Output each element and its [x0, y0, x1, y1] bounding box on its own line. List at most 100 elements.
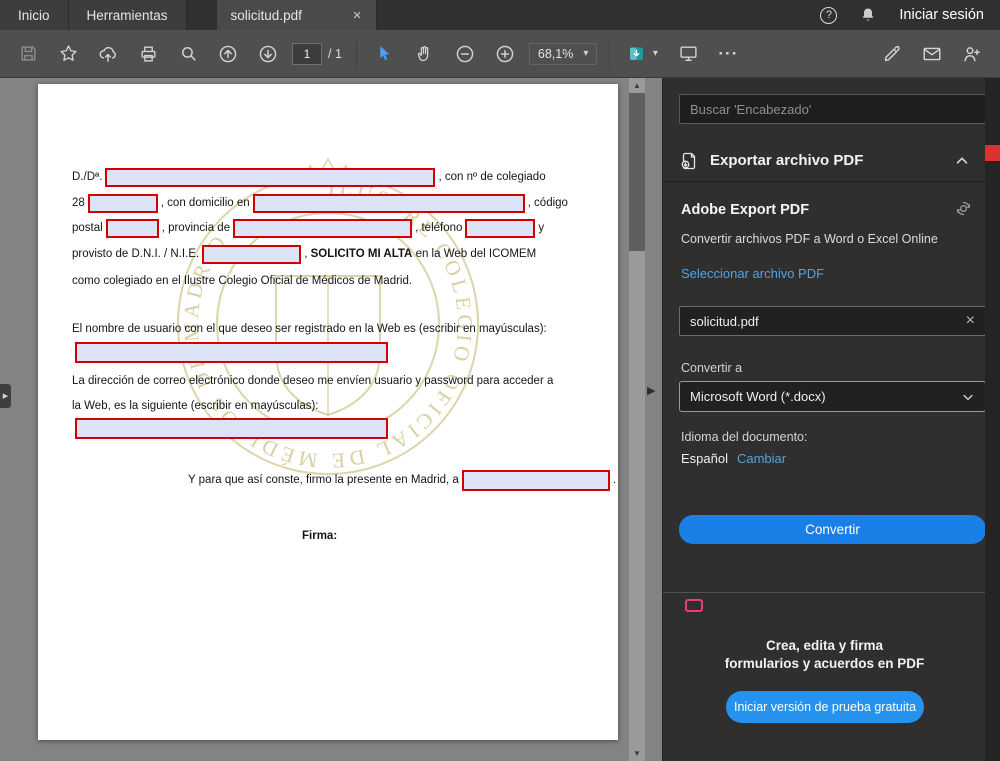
tab-gap [186, 0, 217, 30]
doc-text: , con domicilio en [160, 197, 250, 209]
document-area: ILUSTRE COLEGIO OFICIAL DE MÉDICOS DE MA… [0, 78, 662, 761]
hand-tool-icon[interactable] [408, 37, 442, 71]
doc-text: El nombre de usuario con el que deseo se… [72, 323, 547, 335]
more-tools-icon[interactable]: ··· [711, 37, 745, 71]
document-language-row: Español Cambiar [681, 451, 786, 466]
start-free-trial-button[interactable]: Iniciar versión de prueba gratuita [726, 691, 924, 723]
scroll-down-icon[interactable]: ▼ [629, 746, 645, 761]
promo-text-line2: formularios y acuerdos en PDF [724, 656, 925, 671]
export-description: Convertir archivos PDF a Word o Excel On… [681, 232, 938, 246]
field-provincia[interactable] [233, 218, 413, 238]
doc-text-bold: Firma: [302, 530, 338, 542]
print-icon[interactable] [131, 37, 165, 71]
field-dni[interactable] [202, 244, 302, 264]
left-panel-toggle[interactable]: ▶ [0, 384, 11, 408]
doc-text: y [538, 222, 545, 234]
doc-firma-label: Firma: [302, 525, 337, 547]
doc-text-bold: SOLICITO MI ALTA [310, 248, 413, 260]
toolbar-divider [355, 40, 357, 67]
scroll-up-icon[interactable]: ▲ [629, 78, 645, 93]
tab-bar-right: ? Iniciar sesión [820, 0, 1000, 30]
doc-text: provisto de D.N.I. / N.I.E. [72, 248, 200, 260]
panel-scrollbar-thumb[interactable] [985, 145, 1000, 161]
doc-text: , con nº de colegiado [438, 171, 546, 183]
tab-tools[interactable]: Herramientas [68, 0, 187, 30]
doc-text: , teléfono [415, 222, 463, 234]
format-value: Microsoft Word (*.docx) [690, 389, 826, 404]
notifications-bell-icon[interactable] [859, 6, 877, 24]
presentation-mode-icon[interactable] [671, 37, 705, 71]
clear-file-icon[interactable]: × [966, 313, 975, 329]
select-tool-icon[interactable] [368, 37, 402, 71]
toolbar: / 1 68,1% ▾ ▾ ··· [0, 30, 1000, 78]
convert-to-label: Convertir a [681, 361, 743, 375]
zoom-level-value: 68,1% [537, 46, 574, 61]
field-num-colegiado[interactable] [87, 193, 158, 213]
doc-text: , código [527, 197, 568, 209]
export-pdf-section-header[interactable]: Exportar archivo PDF [663, 140, 986, 182]
cloud-upload-icon[interactable] [91, 37, 125, 71]
more-dots: ··· [718, 43, 739, 63]
doc-text: La dirección de correo electrónico donde… [72, 375, 554, 387]
zoom-in-icon[interactable] [488, 37, 522, 71]
change-language-link[interactable]: Cambiar [737, 451, 786, 466]
field-telefono[interactable] [465, 218, 536, 238]
promo-partial-icon [685, 599, 703, 612]
selected-file-box[interactable]: solicitud.pdf × [679, 306, 986, 336]
doc-text: Y para que así conste, firmo la presente… [188, 474, 459, 486]
tab-bar-spacer [377, 0, 821, 30]
field-domicilio[interactable] [252, 193, 525, 213]
chevron-down-icon: ▾ [583, 47, 589, 59]
chevron-down-icon: ▾ [652, 47, 658, 59]
field-email[interactable] [75, 418, 388, 439]
tab-document[interactable]: solicitud.pdf × [216, 0, 377, 30]
share-email-icon[interactable] [915, 37, 949, 71]
doc-line-1: D./Dª. , con nº de colegiado [72, 166, 546, 188]
share-person-icon[interactable] [955, 37, 989, 71]
adobe-export-pdf-title: Adobe Export PDF [681, 202, 810, 218]
fill-sign-icon[interactable] [875, 37, 909, 71]
close-tab-icon[interactable]: × [353, 8, 362, 23]
select-pdf-file-link[interactable]: Seleccionar archivo PDF [681, 266, 824, 281]
acrobat-window: Inicio Herramientas solicitud.pdf × ? In… [0, 0, 1000, 761]
promo-text-line1: Crea, edita y firma [765, 638, 884, 653]
tab-bar: Inicio Herramientas solicitud.pdf × ? In… [0, 0, 1000, 30]
help-icon[interactable]: ? [820, 6, 838, 24]
tab-document-label: solicitud.pdf [230, 7, 302, 23]
search-icon[interactable] [171, 37, 205, 71]
format-dropdown[interactable]: Microsoft Word (*.docx) [679, 381, 986, 412]
right-panel-toggle[interactable]: ▶ [647, 384, 655, 397]
sign-in-button[interactable]: Iniciar sesión [899, 7, 984, 23]
tab-home[interactable]: Inicio [0, 0, 69, 30]
document-scrollbar[interactable]: ▲ ▼ [629, 78, 645, 761]
panel-divider [663, 592, 986, 593]
chevron-up-icon[interactable] [954, 153, 970, 169]
convert-button[interactable]: Convertir [679, 515, 986, 544]
field-nombre[interactable] [105, 167, 436, 187]
document-scrollbar-thumb[interactable] [629, 93, 645, 251]
search-tools-input[interactable] [679, 94, 986, 124]
doc-text: postal [72, 222, 103, 234]
field-fecha[interactable] [461, 469, 610, 491]
page-total-label: / 1 [328, 46, 342, 61]
doc-text: D./Dª. [72, 171, 103, 183]
document-language-label: Idioma del documento: [681, 430, 808, 444]
panel-scrollbar[interactable] [985, 78, 1000, 761]
doc-line-8: la Web, es la siguiente (escribir en may… [72, 395, 319, 417]
next-page-icon[interactable] [251, 37, 285, 71]
export-pdf-icon [679, 151, 699, 171]
export-pdf-tool-icon[interactable]: ▾ [621, 37, 665, 71]
doc-text: como colegiado en el Ilustre Colegio Ofi… [72, 275, 413, 287]
previous-page-icon[interactable] [211, 37, 245, 71]
doc-line-5: como colegiado en el Ilustre Colegio Ofi… [72, 270, 412, 292]
save-icon[interactable] [11, 37, 45, 71]
field-usuario-web[interactable] [75, 342, 388, 363]
export-pdf-section-title: Exportar archivo PDF [710, 152, 864, 169]
star-icon[interactable] [51, 37, 85, 71]
doc-line-9: Y para que así conste, firmo la presente… [188, 469, 616, 491]
tab-tools-label: Herramientas [86, 7, 168, 23]
zoom-level-dropdown[interactable]: 68,1% ▾ [528, 42, 598, 65]
field-codigo-postal[interactable] [105, 218, 159, 238]
zoom-out-icon[interactable] [448, 37, 482, 71]
page-number-input[interactable] [292, 42, 322, 65]
